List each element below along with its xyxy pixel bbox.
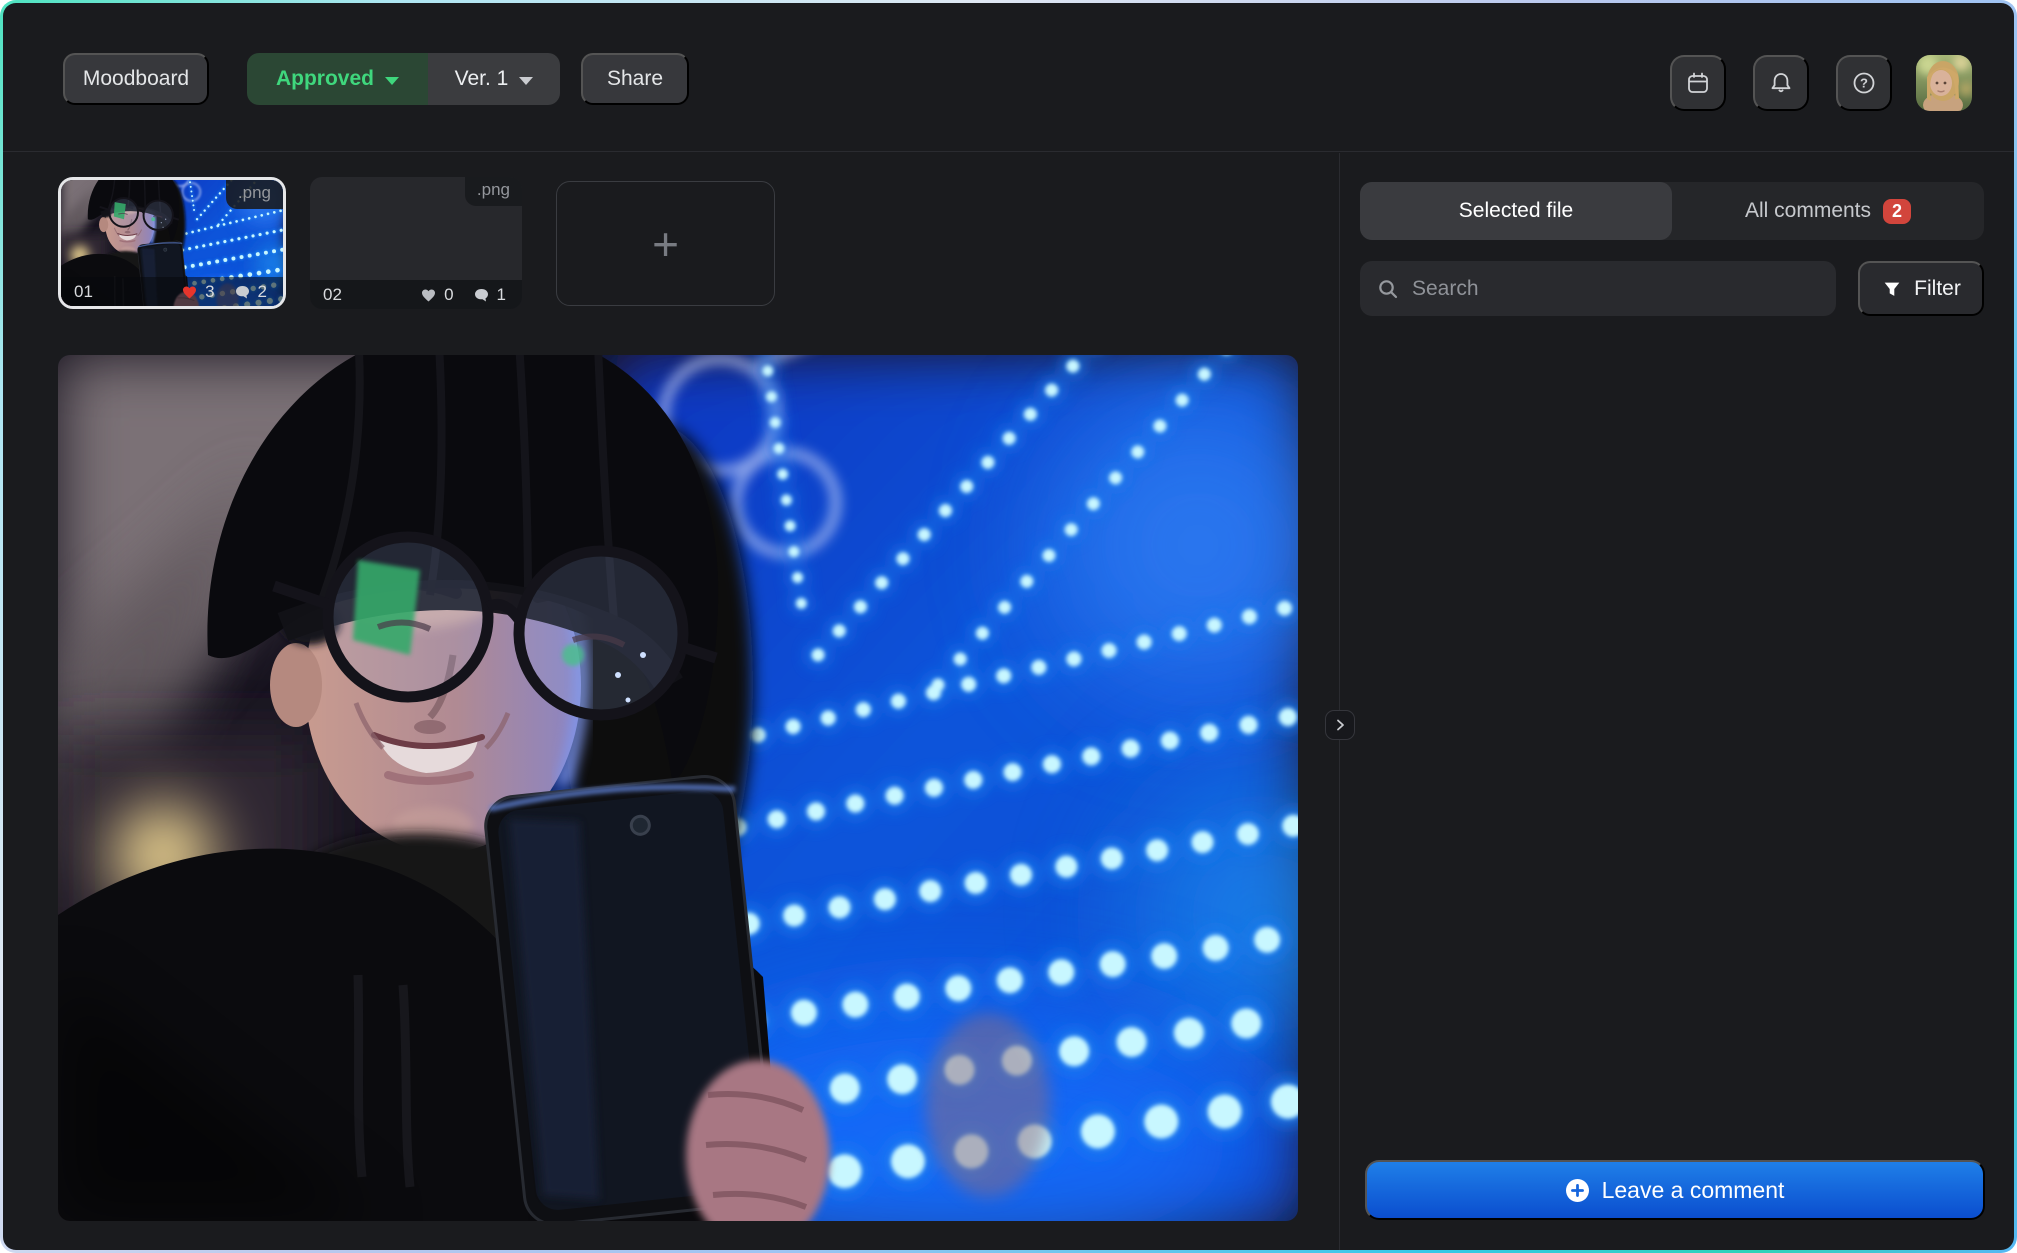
thumbnail-footer: 01 3 2 (61, 277, 283, 306)
plus-circle-icon (1566, 1179, 1589, 1202)
file-thumbnail-02[interactable]: .png 02 0 1 (310, 177, 522, 309)
chevron-down-icon (385, 77, 399, 85)
svg-text:?: ? (1860, 76, 1868, 91)
search-box (1360, 261, 1836, 316)
comment-count: 2 (258, 282, 267, 302)
file-ext-tag: .png (226, 180, 283, 209)
share-label: Share (607, 67, 663, 91)
thumbnail-footer: 02 0 1 (310, 280, 522, 309)
avatar-photo (1916, 55, 1972, 111)
version-label: Ver. 1 (455, 67, 509, 91)
app-surface: Moodboard Approved Ver. 1 Share (3, 3, 2014, 1250)
help-button[interactable]: ? (1836, 55, 1892, 111)
panel-divider (1339, 153, 1340, 1250)
calendar-icon (1684, 69, 1712, 97)
selected-file-preview[interactable] (58, 355, 1298, 1221)
user-avatar[interactable] (1916, 55, 1972, 111)
preview-photo (58, 355, 1298, 1221)
chevron-down-icon (519, 77, 533, 85)
status-label: Approved (276, 67, 374, 91)
top-bar: Moodboard Approved Ver. 1 Share (3, 3, 2014, 152)
status-version-pill: Approved Ver. 1 (247, 53, 560, 105)
comment-bubble-icon (234, 284, 251, 300)
moodboard-button[interactable]: Moodboard (63, 53, 209, 105)
file-index: 02 (323, 285, 342, 305)
file-ext-tag: .png (465, 177, 522, 206)
file-index: 01 (74, 282, 93, 302)
like-count: 0 (444, 285, 453, 305)
comment-count: 1 (497, 285, 506, 305)
moodboard-label: Moodboard (83, 67, 189, 91)
tab-label: Selected file (1459, 199, 1573, 223)
notifications-button[interactable] (1753, 55, 1809, 111)
plus-icon: + (652, 221, 679, 267)
window-frame: Moodboard Approved Ver. 1 Share (0, 0, 2017, 1253)
chevron-right-icon (1332, 717, 1348, 733)
question-icon: ? (1850, 69, 1878, 97)
bell-icon (1767, 69, 1795, 97)
like-count: 3 (205, 282, 214, 302)
filter-label: Filter (1914, 277, 1961, 301)
search-input[interactable] (1412, 277, 1820, 301)
share-button[interactable]: Share (581, 53, 689, 105)
sidebar-tabs: Selected file All comments 2 (1360, 182, 1984, 240)
tab-all-comments[interactable]: All comments 2 (1672, 182, 1984, 240)
sidebar-collapse-button[interactable] (1325, 710, 1355, 740)
heart-icon (181, 284, 198, 300)
heart-icon (420, 287, 437, 303)
tab-label: All comments (1745, 199, 1871, 223)
comments-count-badge: 2 (1883, 199, 1911, 224)
leave-comment-button[interactable]: Leave a comment (1365, 1160, 1985, 1220)
tab-selected-file[interactable]: Selected file (1360, 182, 1672, 240)
search-icon (1376, 277, 1400, 301)
calendar-button[interactable] (1670, 55, 1726, 111)
add-file-button[interactable]: + (556, 181, 775, 306)
file-thumbnail-01[interactable]: .png 01 3 2 (58, 177, 286, 309)
comment-bubble-icon (473, 287, 490, 303)
version-dropdown[interactable]: Ver. 1 (428, 53, 560, 105)
status-dropdown[interactable]: Approved (247, 53, 428, 105)
filter-button[interactable]: Filter (1858, 261, 1984, 316)
filter-funnel-icon (1881, 278, 1903, 300)
screen: Moodboard Approved Ver. 1 Share (0, 0, 2017, 1253)
leave-comment-label: Leave a comment (1602, 1177, 1785, 1204)
